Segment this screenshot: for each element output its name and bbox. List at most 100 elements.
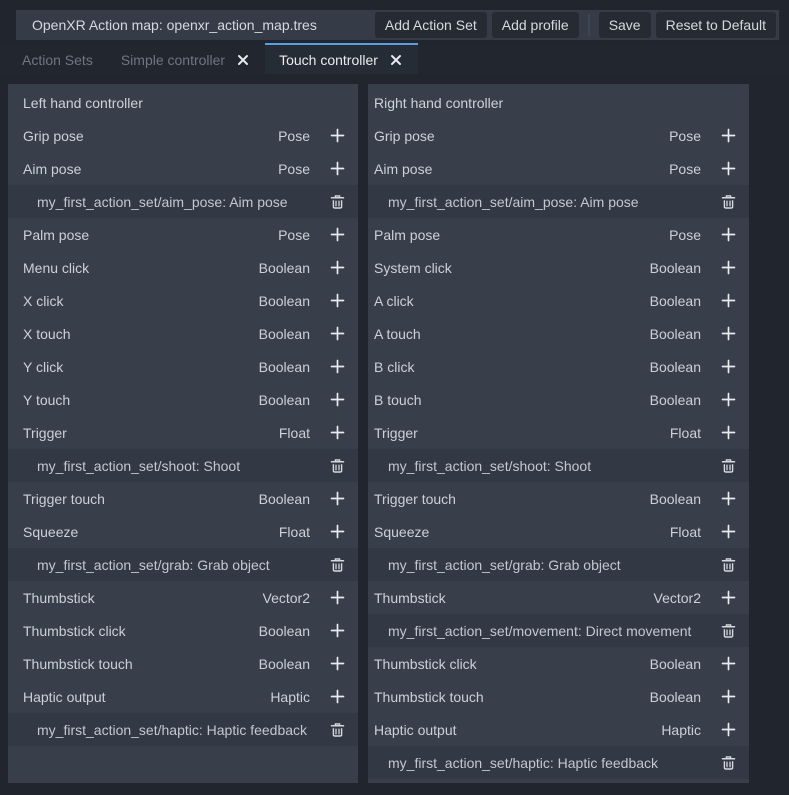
plus-icon	[721, 689, 736, 704]
add-binding-button[interactable]	[324, 156, 350, 182]
trash-icon	[721, 194, 736, 210]
remove-binding-button[interactable]	[324, 189, 350, 215]
controller-panels: Left hand controller Grip posePoseAim po…	[8, 84, 749, 783]
add-action-set-button[interactable]: Add Action Set	[375, 12, 487, 38]
binding-label: my_first_action_set/aim_pose: Aim pose	[37, 194, 324, 210]
add-binding-button[interactable]	[324, 288, 350, 314]
remove-binding-button[interactable]	[324, 717, 350, 743]
plus-icon	[721, 425, 736, 440]
binding-label: my_first_action_set/movement: Direct mov…	[388, 623, 715, 639]
remove-binding-button[interactable]	[715, 750, 741, 776]
titlebar-toolbar: Add Action Set Add profile Save Reset to…	[375, 12, 779, 38]
action-name: Thumbstick touch	[374, 689, 650, 705]
add-binding-button[interactable]	[324, 321, 350, 347]
action-row: A clickBoolean	[368, 284, 749, 317]
add-binding-button[interactable]	[324, 585, 350, 611]
action-type-label: Boolean	[650, 656, 701, 672]
action-type-label: Pose	[278, 227, 310, 243]
action-row: Trigger touchBoolean	[8, 482, 358, 515]
action-type-label: Pose	[669, 128, 701, 144]
action-type-label: Float	[279, 524, 310, 540]
add-binding-button[interactable]	[715, 486, 741, 512]
add-binding-button[interactable]	[324, 486, 350, 512]
add-binding-button[interactable]	[715, 354, 741, 380]
close-icon[interactable]	[235, 52, 251, 68]
plus-icon	[330, 524, 345, 539]
plus-icon	[330, 392, 345, 407]
action-type-label: Boolean	[259, 260, 310, 276]
plus-icon	[330, 161, 345, 176]
reset-to-default-button[interactable]: Reset to Default	[656, 12, 776, 38]
action-row: B clickBoolean	[368, 350, 749, 383]
add-binding-button[interactable]	[715, 387, 741, 413]
plus-icon	[330, 656, 345, 671]
action-type-label: Boolean	[259, 491, 310, 507]
add-binding-button[interactable]	[324, 123, 350, 149]
add-binding-button[interactable]	[715, 420, 741, 446]
action-row: Aim posePose	[8, 152, 358, 185]
remove-binding-button[interactable]	[324, 552, 350, 578]
action-row: TriggerFloat	[8, 416, 358, 449]
action-row: Palm posePose	[368, 218, 749, 251]
plus-icon	[721, 491, 736, 506]
binding-row: my_first_action_set/aim_pose: Aim pose	[368, 185, 749, 218]
action-type-label: Vector2	[263, 590, 310, 606]
action-row: X clickBoolean	[8, 284, 358, 317]
add-binding-button[interactable]	[324, 420, 350, 446]
remove-binding-button[interactable]	[715, 453, 741, 479]
tab-touch-controller[interactable]: Touch controller	[265, 43, 418, 74]
action-row: SqueezeFloat	[8, 515, 358, 548]
action-row: Y touchBoolean	[8, 383, 358, 416]
action-row: X touchBoolean	[8, 317, 358, 350]
add-binding-button[interactable]	[715, 684, 741, 710]
add-binding-button[interactable]	[324, 222, 350, 248]
save-button[interactable]: Save	[599, 12, 651, 38]
action-name: B touch	[374, 392, 650, 408]
add-binding-button[interactable]	[324, 387, 350, 413]
action-row: Grip posePose	[368, 119, 749, 152]
action-type-label: Boolean	[650, 260, 701, 276]
tab-simple-controller[interactable]: Simple controller	[107, 43, 265, 74]
action-row: Thumbstick touchBoolean	[8, 647, 358, 680]
tab-action-sets[interactable]: Action Sets	[8, 43, 107, 74]
action-row: Aim posePose	[368, 152, 749, 185]
add-binding-button[interactable]	[324, 519, 350, 545]
add-binding-button[interactable]	[715, 222, 741, 248]
add-binding-button[interactable]	[715, 255, 741, 281]
binding-row: my_first_action_set/aim_pose: Aim pose	[8, 185, 358, 218]
add-binding-button[interactable]	[324, 651, 350, 677]
add-binding-button[interactable]	[324, 618, 350, 644]
add-binding-button[interactable]	[715, 585, 741, 611]
add-binding-button[interactable]	[715, 651, 741, 677]
add-binding-button[interactable]	[715, 288, 741, 314]
action-row: Thumbstick touchBoolean	[368, 680, 749, 713]
tab-label: Touch controller	[279, 52, 378, 68]
plus-icon	[721, 227, 736, 242]
add-binding-button[interactable]	[715, 321, 741, 347]
action-type-label: Boolean	[259, 656, 310, 672]
add-binding-button[interactable]	[324, 684, 350, 710]
plus-icon	[330, 293, 345, 308]
add-binding-button[interactable]	[715, 156, 741, 182]
plus-icon	[721, 293, 736, 308]
action-type-label: Haptic	[661, 722, 701, 738]
add-binding-button[interactable]	[324, 354, 350, 380]
add-binding-button[interactable]	[715, 717, 741, 743]
remove-binding-button[interactable]	[715, 552, 741, 578]
action-name: Menu click	[23, 260, 259, 276]
action-type-label: Boolean	[650, 491, 701, 507]
remove-binding-button[interactable]	[715, 189, 741, 215]
remove-binding-button[interactable]	[715, 618, 741, 644]
panel-right-hand: Right hand controller Grip posePoseAim p…	[368, 84, 749, 783]
plus-icon	[330, 623, 345, 638]
plus-icon	[330, 590, 345, 605]
remove-binding-button[interactable]	[324, 453, 350, 479]
plus-icon	[721, 656, 736, 671]
plus-icon	[721, 590, 736, 605]
close-icon[interactable]	[388, 52, 404, 68]
add-profile-button[interactable]: Add profile	[492, 12, 579, 38]
add-binding-button[interactable]	[715, 519, 741, 545]
add-binding-button[interactable]	[715, 123, 741, 149]
add-binding-button[interactable]	[324, 255, 350, 281]
action-name: Y touch	[23, 392, 259, 408]
